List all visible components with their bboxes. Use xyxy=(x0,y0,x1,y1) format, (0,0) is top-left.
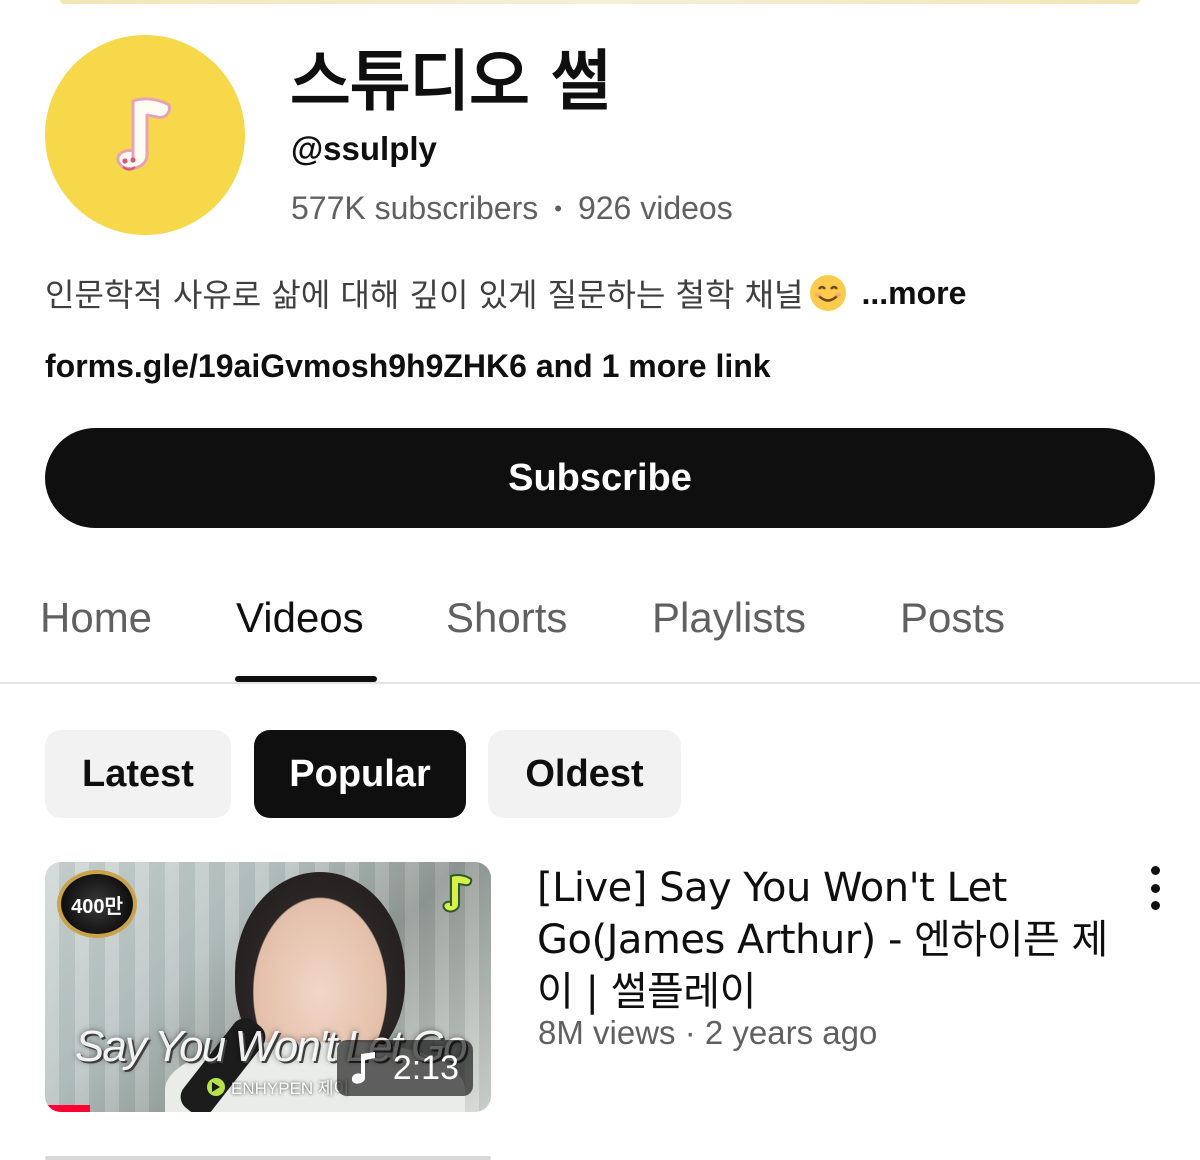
video-meta: 8M views · 2 years ago xyxy=(538,1014,878,1051)
thumbnail-channel-label: ENHYPEN 제이 xyxy=(231,1079,350,1098)
view-milestone-badge: 400만 xyxy=(57,870,137,938)
video-count: 926 videos xyxy=(577,190,733,226)
music-note-mascot-icon xyxy=(116,97,171,171)
thumbnail-overlay-channel: ENHYPEN 제이 xyxy=(207,1074,349,1099)
more-options-icon[interactable] xyxy=(1140,866,1170,910)
music-note-icon xyxy=(351,1052,375,1084)
kebab-dot xyxy=(1150,866,1160,875)
channel-stats: 577K subscribers • 926 videos xyxy=(291,190,733,227)
channel-title: 스튜디오 썰 xyxy=(290,43,612,120)
smiling-face-icon xyxy=(809,275,846,311)
channel-tabs: Home Videos Shorts Playlists Posts xyxy=(0,560,1200,684)
tab-videos[interactable]: Videos xyxy=(236,594,364,642)
tab-home[interactable]: Home xyxy=(40,594,152,642)
kebab-dot xyxy=(1150,901,1160,910)
sort-chip-popular[interactable]: Popular xyxy=(254,730,466,818)
channel-page: 스튜디오 썰 @ssulply 577K subscribers • 926 v… xyxy=(0,0,1200,1160)
watch-progress-bar xyxy=(45,1105,90,1112)
tab-playlists[interactable]: Playlists xyxy=(652,594,806,642)
channel-description[interactable]: 인문학적 사유로 삶에 대해 깊이 있게 질문하는 철학 채널 ...more xyxy=(45,270,966,316)
subscribe-button[interactable]: Subscribe xyxy=(45,428,1155,528)
stats-separator: • xyxy=(554,195,562,221)
play-icon xyxy=(207,1077,225,1096)
sort-chip-oldest[interactable]: Oldest xyxy=(488,730,681,818)
tab-posts[interactable]: Posts xyxy=(900,594,1005,642)
video-duration: 2:13 xyxy=(336,1040,473,1096)
previous-content-edge xyxy=(60,0,1140,4)
video-title[interactable]: [Live] Say You Won't Let Go(James Arthur… xyxy=(537,862,1117,1018)
duration-label: 2:13 xyxy=(392,1048,459,1087)
channel-links[interactable]: forms.gle/19aiGvmosh9h9ZHK6 and 1 more l… xyxy=(45,348,771,385)
sort-chip-latest[interactable]: Latest xyxy=(45,730,231,818)
tab-shorts[interactable]: Shorts xyxy=(446,594,567,642)
channel-avatar[interactable] xyxy=(45,35,245,235)
description-more-link[interactable]: ...more xyxy=(862,275,967,312)
next-video-edge xyxy=(45,1156,491,1160)
active-tab-indicator xyxy=(235,676,377,682)
subscriber-count: 577K subscribers xyxy=(291,190,539,226)
video-thumbnail[interactable]: 400만 Say You Won't Let Go ENHYPEN 제이 2:1… xyxy=(45,862,491,1112)
description-text: 인문학적 사유로 삶에 대해 깊이 있게 질문하는 철학 채널 xyxy=(45,276,804,314)
channel-logo-icon xyxy=(442,874,473,913)
channel-handle: @ssulply xyxy=(291,130,437,167)
kebab-dot xyxy=(1150,883,1160,893)
